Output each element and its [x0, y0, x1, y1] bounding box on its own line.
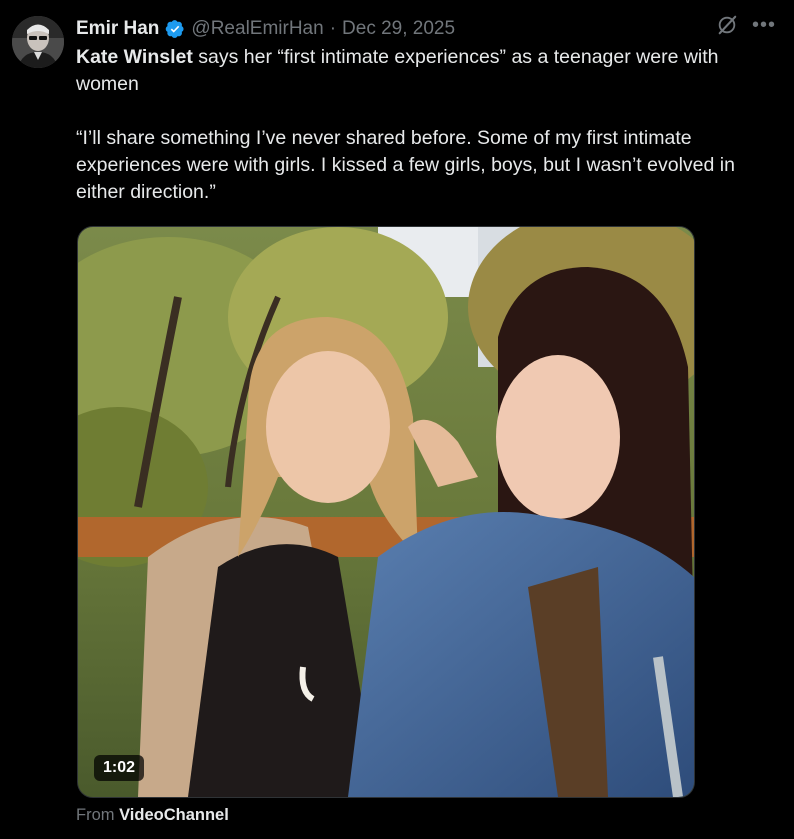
tweet-text: Kate Winslet says her “first intimate ex…: [76, 44, 781, 206]
tweet-text-bold-lead: Kate Winslet: [76, 46, 193, 68]
tweet-date[interactable]: Dec 29, 2025: [342, 18, 455, 40]
video-thumbnail: [78, 227, 694, 797]
tweet-text-quote: “I’ll share something I’ve never shared …: [76, 127, 735, 203]
tweet-header: Emir Han @RealEmirHan · Dec 29, 2025: [76, 16, 455, 42]
header-separator: ·: [329, 18, 337, 39]
verified-badge-icon: [165, 19, 185, 39]
video-duration-badge: 1:02: [94, 755, 145, 781]
video-player[interactable]: 1:02: [77, 226, 695, 798]
more-options-icon[interactable]: •••: [752, 15, 776, 35]
author-handle[interactable]: @RealEmirHan: [191, 18, 323, 40]
tweet-text-line1: Kate Winslet says her “first intimate ex…: [76, 44, 781, 98]
media-source-attribution: From VideoChannel: [76, 806, 229, 825]
grok-icon[interactable]: [716, 14, 738, 36]
avatar-image: [12, 16, 64, 68]
source-prefix: From: [76, 806, 120, 824]
avatar[interactable]: [12, 16, 64, 68]
source-name-link[interactable]: VideoChannel: [119, 806, 229, 824]
author-display-name[interactable]: Emir Han: [76, 18, 159, 40]
tweet-top-actions: •••: [716, 14, 776, 36]
